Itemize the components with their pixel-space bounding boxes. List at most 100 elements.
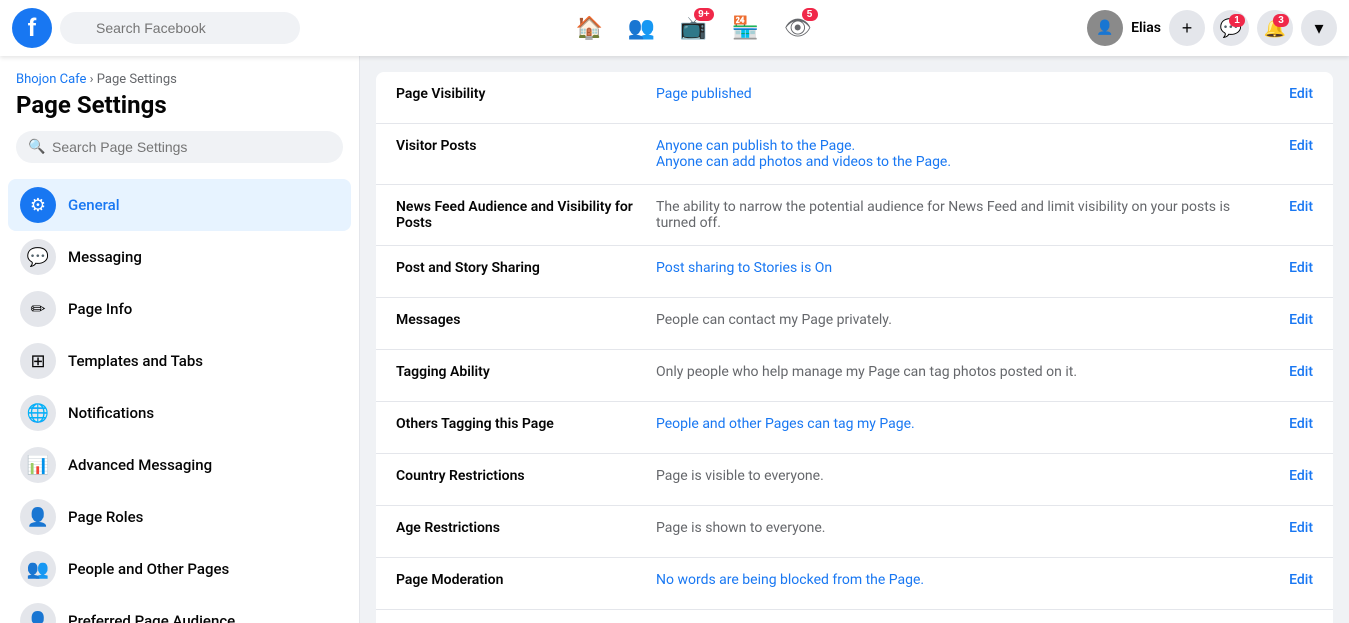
chevron-down-icon: ▾ [1314,18,1323,39]
sidebar-item-label: Templates and Tabs [68,352,203,370]
breadcrumb-sep: › [90,72,97,87]
setting-value-text: Only people who help manage my Page can … [656,364,1077,380]
breadcrumb-link[interactable]: Bhojon Cafe [16,72,86,87]
notifications-badge: 3 [1273,14,1289,27]
table-row: Tagging Ability Only people who help man… [376,350,1333,402]
search-wrap: 🔍 [52,12,300,44]
table-row: Page Visibility Page published Edit [376,72,1333,124]
setting-label: Page Visibility [396,86,656,102]
setting-value: Page published [656,86,1273,102]
setting-value: The ability to narrow the potential audi… [656,199,1273,231]
setting-label: Others Tagging this Page [396,416,656,432]
edit-button[interactable]: Edit [1273,138,1313,154]
sidebar-search-input[interactable] [16,131,343,163]
table-row: News Feed Audience and Visibility for Po… [376,185,1333,246]
edit-button[interactable]: Edit [1273,468,1313,484]
edit-button[interactable]: Edit [1273,86,1313,102]
setting-value: Only people who help manage my Page can … [656,364,1273,380]
page-title: Page Settings [8,91,351,119]
setting-value: Page is shown to everyone. [656,520,1273,536]
add-button[interactable]: + [1169,10,1205,46]
edit-button[interactable]: Edit [1273,572,1313,588]
sidebar-item-people-other[interactable]: 👥 People and Other Pages [8,543,351,595]
setting-value: Anyone can publish to the Page. Anyone c… [656,138,1273,170]
facebook-logo: f [12,8,52,48]
pencil-icon: ✏ [20,291,56,327]
marketplace-icon: 🏪 [732,15,759,41]
gear-icon: ⚙ [20,187,56,223]
main-content: Page Visibility Page published Edit Visi… [360,56,1349,623]
sidebar: Bhojon Cafe › Page Settings Page Setting… [0,56,360,623]
setting-label: News Feed Audience and Visibility for Po… [396,199,656,231]
video-nav-btn[interactable]: 📺 9+ [670,4,718,52]
edit-button[interactable]: Edit [1273,312,1313,328]
setting-label: Messages [396,312,656,328]
nav-right: 👤 Elias + 💬 1 🔔 3 ▾ [1087,10,1337,46]
sidebar-item-page-roles[interactable]: 👤 Page Roles [8,491,351,543]
setting-value-text: People and other Pages can tag my Page. [656,416,915,432]
sidebar-search-wrap: 🔍 [16,131,343,163]
groups-badge: 5 [802,8,818,21]
sidebar-item-preferred-audience[interactable]: 👤 Preferred Page Audience [8,595,351,623]
edit-button[interactable]: Edit [1273,364,1313,380]
groups-nav-btn[interactable]: 👁 5 [774,4,822,52]
sidebar-item-label: Preferred Page Audience [68,612,235,623]
user-name: Elias [1131,20,1161,36]
chat-icon: 💬 [20,239,56,275]
notifications-button[interactable]: 🔔 3 [1257,10,1293,46]
table-row: Profanity Filter Turned off Edit [376,610,1333,623]
breadcrumb: Bhojon Cafe › Page Settings [8,72,351,87]
setting-label: Page Moderation [396,572,656,588]
sidebar-item-advanced-messaging[interactable]: 📊 Advanced Messaging [8,439,351,491]
edit-button[interactable]: Edit [1273,520,1313,536]
person-icon: 👤 [20,499,56,535]
top-navigation: f 🔍 🏠 👥 📺 9+ 🏪 👁 5 👤 Elias + [0,0,1349,56]
messenger-button[interactable]: 💬 1 [1213,10,1249,46]
setting-label: Age Restrictions [396,520,656,536]
breadcrumb-current: Page Settings [97,72,177,87]
globe-icon: 🌐 [20,395,56,431]
sidebar-item-page-info[interactable]: ✏ Page Info [8,283,351,335]
table-row: Messages People can contact my Page priv… [376,298,1333,350]
edit-button[interactable]: Edit [1273,199,1313,215]
setting-label: Visitor Posts [396,138,656,154]
friends-nav-btn[interactable]: 👥 [618,4,666,52]
setting-label: Tagging Ability [396,364,656,380]
table-row: Post and Story Sharing Post sharing to S… [376,246,1333,298]
friends-icon: 👥 [628,15,655,41]
setting-label: Country Restrictions [396,468,656,484]
setting-value-text: Page published [656,86,752,102]
home-nav-btn[interactable]: 🏠 [566,4,614,52]
sidebar-item-label: Messaging [68,248,142,266]
account-menu-button[interactable]: ▾ [1301,10,1337,46]
settings-card: Page Visibility Page published Edit Visi… [376,72,1333,623]
table-row: Visitor Posts Anyone can publish to the … [376,124,1333,185]
sidebar-item-label: Page Info [68,300,132,318]
table-row: Page Moderation No words are being block… [376,558,1333,610]
setting-value-text: The ability to narrow the potential audi… [656,199,1230,231]
main-layout: Bhojon Cafe › Page Settings Page Setting… [0,56,1349,623]
nav-center: 🏠 👥 📺 9+ 🏪 👁 5 [300,4,1087,52]
edit-button[interactable]: Edit [1273,260,1313,276]
setting-value-text: Post sharing to Stories is On [656,260,832,276]
table-row: Age Restrictions Page is shown to everyo… [376,506,1333,558]
sidebar-item-label: Advanced Messaging [68,456,212,474]
user-info: 👤 Elias [1087,10,1161,46]
setting-value: Post sharing to Stories is On [656,260,1273,276]
search-input[interactable] [60,12,300,44]
setting-value: No words are being blocked from the Page… [656,572,1273,588]
home-icon: 🏠 [576,15,603,41]
messenger-badge: 1 [1229,14,1245,27]
sidebar-item-notifications[interactable]: 🌐 Notifications [8,387,351,439]
setting-value: Page is visible to everyone. [656,468,1273,484]
setting-label: Post and Story Sharing [396,260,656,276]
video-badge: 9+ [694,8,713,21]
edit-button[interactable]: Edit [1273,416,1313,432]
sidebar-item-label: Page Roles [68,508,143,526]
sidebar-item-messaging[interactable]: 💬 Messaging [8,231,351,283]
setting-value-line1: Anyone can publish to the Page. [656,138,855,154]
sidebar-item-general[interactable]: ⚙ General [8,179,351,231]
people-icon: 👥 [20,551,56,587]
marketplace-nav-btn[interactable]: 🏪 [722,4,770,52]
sidebar-item-templates-tabs[interactable]: ⊞ Templates and Tabs [8,335,351,387]
